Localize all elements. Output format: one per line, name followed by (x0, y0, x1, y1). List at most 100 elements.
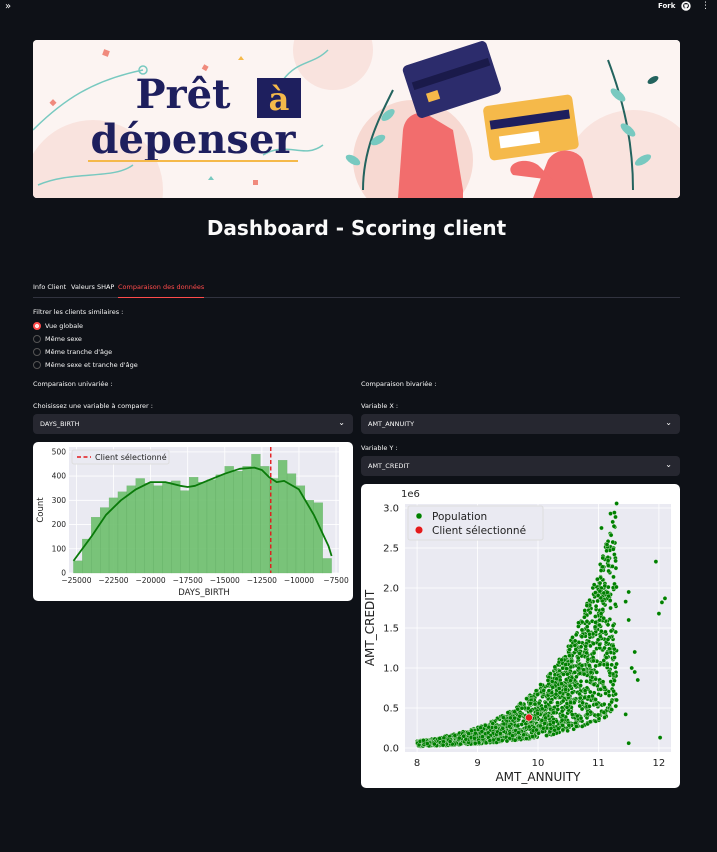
fork-button[interactable]: Fork (658, 2, 675, 10)
chevron-down-icon: ⌄ (665, 460, 672, 469)
x-axis-label: DAYS_BIRTH (178, 588, 230, 598)
main-menu-icon[interactable]: ⋮ (701, 1, 710, 11)
population-point (585, 711, 590, 717)
population-point (521, 732, 526, 738)
radio-meme-sexe-et-age[interactable]: Même sexe et tranche d'âge (33, 360, 138, 370)
population-point (632, 649, 638, 655)
population-point (597, 622, 602, 628)
sidebar-toggle-icon[interactable]: » (5, 1, 11, 12)
radio-meme-sexe[interactable]: Même sexe (33, 334, 82, 344)
population-point (593, 620, 598, 625)
population-point (461, 733, 466, 739)
radio-label: Même tranche d'âge (45, 348, 113, 356)
radio-label: Vue globale (45, 322, 84, 330)
histogram-bar (286, 473, 297, 574)
histogram-bar (224, 466, 234, 574)
univariate-select-label: Choisissez une variable à comparer : (33, 402, 153, 410)
population-point (539, 718, 545, 723)
population-point (574, 674, 579, 680)
histogram-card: 0 100 200 300 400 500 −25000 −22500 −20000 −17500… (33, 442, 353, 601)
population-point (612, 510, 617, 515)
population-point (579, 724, 585, 729)
population-point (612, 646, 617, 652)
population-point (559, 681, 564, 686)
population-point (611, 574, 616, 580)
population-point (516, 730, 521, 735)
population-point (552, 727, 557, 733)
population-point (573, 632, 579, 638)
github-icon[interactable] (681, 1, 691, 11)
population-point (602, 685, 607, 690)
y-tick-label: 300 (52, 496, 67, 505)
population-point (596, 692, 601, 697)
population-point (569, 658, 574, 664)
population-point (507, 723, 512, 729)
radio-selected-icon (33, 322, 41, 330)
population-point (550, 685, 555, 690)
tab-valeurs-shap[interactable]: Valeurs SHAP (71, 283, 114, 298)
population-point (601, 615, 606, 621)
population-point (536, 700, 542, 706)
population-point (591, 658, 596, 664)
population-point (552, 664, 558, 670)
x-tick-label: 12 (653, 758, 666, 769)
x-tick-label: −15000 (210, 576, 240, 585)
variable-x-select[interactable]: AMT_ANNUITY ⌄ (361, 414, 680, 434)
population-point (496, 737, 501, 742)
histogram-bar (242, 466, 252, 574)
population-point (472, 741, 478, 746)
population-point (566, 722, 572, 728)
population-point (490, 721, 496, 726)
population-point (580, 700, 585, 706)
population-point (493, 725, 499, 730)
population-point (452, 733, 458, 738)
population-point (565, 692, 571, 697)
population-point (610, 564, 615, 569)
population-point (555, 707, 561, 712)
x-tick-label: −17500 (173, 576, 203, 585)
population-point (614, 697, 619, 703)
population-point (612, 655, 617, 660)
population-point (595, 712, 601, 718)
population-point (600, 679, 606, 684)
population-point (472, 736, 477, 741)
population-point (563, 662, 568, 667)
radio-meme-tranche-age[interactable]: Même tranche d'âge (33, 347, 112, 357)
radio-label: Même sexe (45, 335, 82, 343)
tab-comparaison-donnees[interactable]: Comparaison des données (118, 283, 205, 298)
population-point (587, 663, 592, 668)
population-point (613, 602, 618, 607)
population-point (578, 644, 584, 650)
population-point (519, 722, 524, 727)
population-point (629, 665, 634, 671)
population-point (560, 665, 565, 671)
population-point (606, 563, 611, 568)
radio-unselected-icon (33, 361, 41, 369)
legend-population-icon (415, 512, 423, 520)
population-point (539, 706, 545, 712)
variable-y-select[interactable]: AMT_CREDIT ⌄ (361, 456, 680, 476)
tab-info-client[interactable]: Info Client (33, 283, 66, 298)
population-point (653, 559, 659, 564)
population-point (584, 603, 590, 608)
population-point (610, 539, 616, 545)
population-point (483, 723, 488, 728)
population-point (610, 519, 615, 525)
variable-select[interactable]: DAYS_BIRTH ⌄ (33, 414, 353, 434)
x-tick-label: −7500 (323, 576, 349, 585)
x-tick-label: 9 (474, 758, 480, 769)
population-point (609, 662, 614, 668)
population-point (656, 611, 662, 616)
scatter-chart: 0.0 0.5 1.0 1.5 2.0 2.5 3.0 8 9 10 11 12 1e6 Populati… (363, 489, 671, 784)
population-point (548, 700, 553, 705)
legend-client-icon (415, 526, 424, 535)
population-point (478, 725, 483, 730)
population-point (479, 729, 485, 734)
population-point (568, 664, 574, 670)
population-point (662, 596, 668, 601)
population-point (602, 645, 607, 651)
population-point (605, 558, 611, 563)
radio-vue-globale[interactable]: Vue globale (33, 321, 83, 331)
population-point (588, 689, 593, 695)
population-point (476, 740, 482, 745)
